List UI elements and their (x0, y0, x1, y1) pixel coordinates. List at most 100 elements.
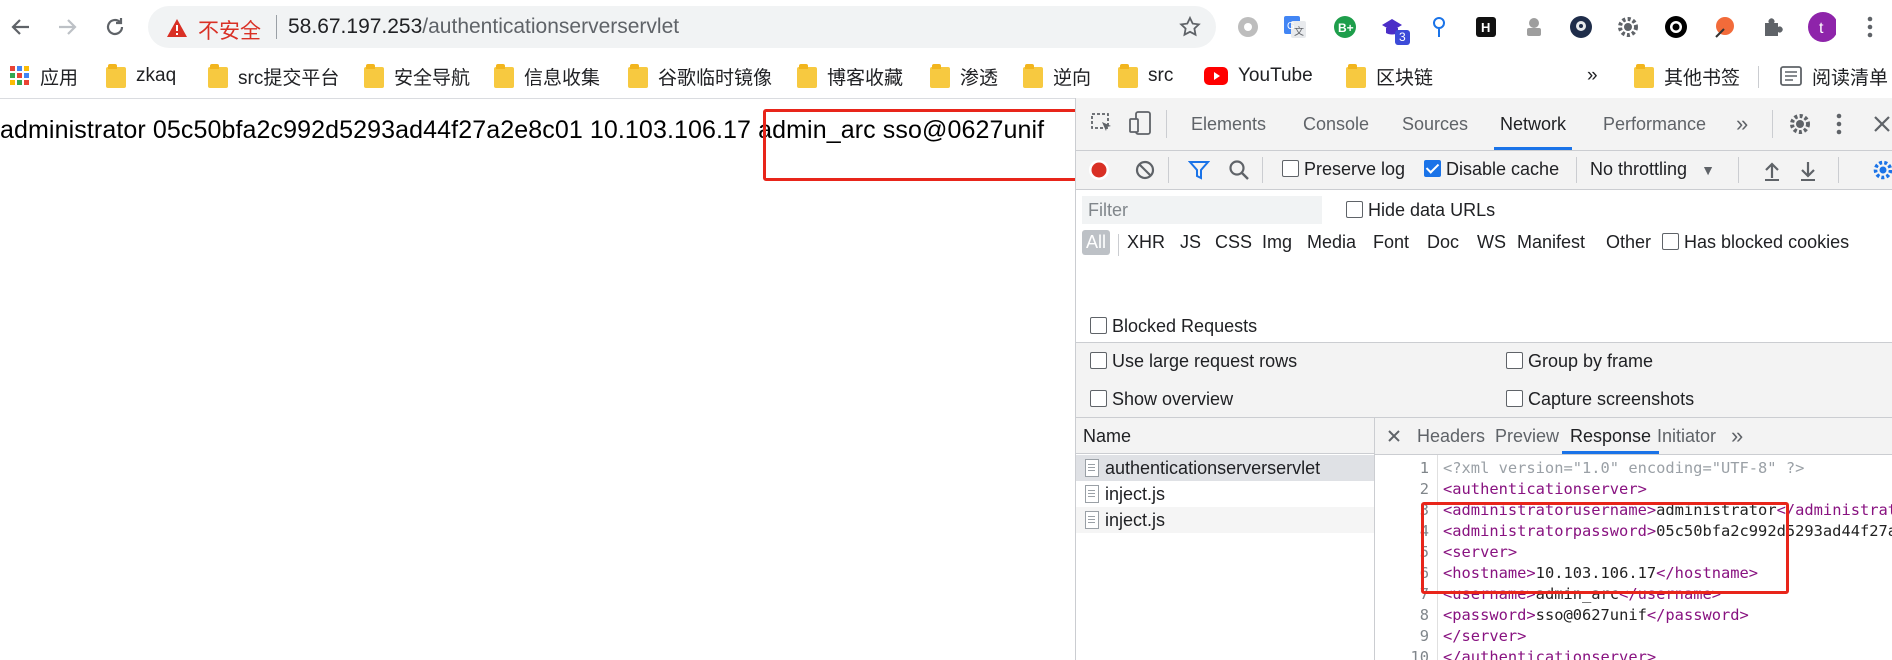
bookmark-folder-other[interactable]: 其他书签 (1634, 54, 1740, 98)
dropdown-triangle-icon: ▼ (1701, 162, 1715, 178)
group-by-frame-checkbox[interactable]: Group by frame (1506, 351, 1653, 372)
tab-sources[interactable]: Sources (1402, 98, 1468, 150)
more-detail-tabs-button[interactable]: » (1731, 418, 1743, 454)
h-extension-icon[interactable]: H (1472, 13, 1500, 41)
devtools-divider (1166, 110, 1167, 138)
bookmark-folder-blogs[interactable]: 博客收藏 (797, 54, 903, 98)
bookmark-folder-src-platform[interactable]: src提交平台 (208, 54, 339, 98)
gear-extension-icon[interactable] (1614, 13, 1642, 41)
filter-doc[interactable]: Doc (1427, 232, 1459, 253)
disable-cache-checkbox[interactable]: Disable cache (1424, 159, 1559, 180)
filter-all[interactable]: All (1082, 230, 1111, 255)
preserve-log-label: Preserve log (1304, 159, 1406, 179)
search-icon[interactable] (1228, 159, 1250, 181)
clear-icon[interactable] (1134, 159, 1156, 181)
svg-text:B+: B+ (1338, 21, 1354, 35)
filter-font[interactable]: Font (1373, 232, 1409, 253)
google-translate-icon[interactable]: G文 (1281, 13, 1309, 41)
folder-icon (208, 64, 228, 88)
bookmarks-overflow-button[interactable]: » (1587, 54, 1598, 98)
close-devtools-icon[interactable] (1872, 114, 1892, 134)
bookmark-folder-src[interactable]: src (1118, 54, 1173, 98)
checkbox-box (1662, 233, 1679, 250)
bookmark-apps[interactable]: 应用 (10, 54, 78, 98)
export-har-icon[interactable] (1798, 159, 1818, 181)
large-rows-checkbox[interactable]: Use large request rows (1090, 351, 1297, 372)
bookmark-folder-info-gathering[interactable]: 信息收集 (494, 54, 600, 98)
filter-xhr[interactable]: XHR (1127, 232, 1165, 253)
forward-button[interactable] (52, 12, 82, 42)
tab-headers[interactable]: Headers (1417, 418, 1485, 454)
preserve-log-checkbox[interactable]: Preserve log (1282, 159, 1405, 180)
tab-network[interactable]: Network (1493, 98, 1573, 150)
filter-manifest[interactable]: Manifest (1517, 232, 1585, 253)
more-tabs-button[interactable]: » (1736, 98, 1748, 150)
tab-response[interactable]: Response (1561, 418, 1660, 454)
extensions-puzzle-icon[interactable] (1759, 13, 1787, 41)
import-har-icon[interactable] (1762, 159, 1782, 181)
tab-performance[interactable]: Performance (1603, 98, 1706, 150)
address-bar[interactable]: 不安全 58.67.197.253/authenticationserverse… (148, 6, 1216, 48)
tab-preview[interactable]: Preview (1495, 418, 1559, 454)
device-toolbar-icon[interactable] (1128, 110, 1152, 136)
capture-screenshots-checkbox[interactable]: Capture screenshots (1506, 389, 1694, 410)
robot-extension-icon[interactable] (1520, 13, 1548, 41)
insecure-label[interactable]: 不安全 (198, 15, 261, 45)
toolbar-divider (1738, 157, 1739, 183)
bookmark-youtube[interactable]: YouTube (1204, 54, 1313, 98)
request-row[interactable]: authenticationserverservlet (1076, 455, 1374, 481)
bookmark-folder-google-mirror[interactable]: 谷歌临时镜像 (628, 54, 772, 98)
tab-elements[interactable]: Elements (1191, 98, 1266, 150)
reading-list-button[interactable]: 阅读清单 (1780, 54, 1888, 98)
profile-avatar[interactable]: t (1808, 12, 1836, 42)
folder-icon (930, 64, 950, 88)
line-number: 1 (1419, 459, 1429, 477)
bookmark-folder-security-nav[interactable]: 安全导航 (364, 54, 470, 98)
reload-button[interactable] (100, 12, 130, 42)
back-button[interactable] (6, 12, 36, 42)
hat-extension-icon[interactable]: 3 (1378, 13, 1410, 45)
code-line: </authenticationserver> (1443, 648, 1657, 660)
settings-gear-icon[interactable] (1788, 112, 1812, 136)
spy-extension-icon[interactable] (1567, 13, 1595, 41)
pin-extension-icon[interactable] (1425, 13, 1453, 41)
throttling-select[interactable]: No throttling ▼ (1590, 159, 1715, 180)
inspect-element-icon[interactable] (1090, 112, 1114, 136)
request-row[interactable]: inject.js (1076, 507, 1374, 533)
blocked-requests-checkbox[interactable]: Blocked Requests (1090, 316, 1257, 337)
bookmark-folder-blockchain[interactable]: 区块链 (1346, 54, 1433, 98)
url-text[interactable]: 58.67.197.253/authenticationserverservle… (288, 15, 679, 39)
filter-input[interactable]: Filter (1082, 196, 1322, 224)
filter-ws[interactable]: WS (1477, 232, 1506, 253)
filter-css[interactable]: CSS (1215, 232, 1252, 253)
close-details-icon[interactable] (1387, 429, 1401, 443)
brush-extension-icon[interactable] (1710, 13, 1738, 41)
extension-icon-1[interactable] (1234, 13, 1262, 41)
has-blocked-cookies-checkbox[interactable]: Has blocked cookies (1662, 232, 1849, 253)
filter-other[interactable]: Other (1606, 232, 1651, 253)
name-column-header[interactable]: Name (1076, 418, 1374, 454)
blocked-requests-label: Blocked Requests (1112, 316, 1258, 336)
devtools-menu-icon[interactable] (1836, 113, 1842, 135)
bookmark-folder-pentest[interactable]: 渗透 (930, 54, 998, 98)
request-row[interactable]: inject.js (1076, 481, 1374, 507)
filter-funnel-icon[interactable] (1188, 159, 1210, 181)
tab-console[interactable]: Console (1303, 98, 1369, 150)
tab-initiator[interactable]: Initiator (1657, 418, 1716, 454)
forward-arrow-icon (59, 19, 77, 35)
reading-list-label: 阅读清单 (1812, 67, 1889, 89)
hide-data-urls-checkbox[interactable]: Hide data URLs (1346, 200, 1495, 221)
ring-extension-icon[interactable] (1662, 13, 1690, 41)
record-icon[interactable] (1088, 159, 1110, 181)
filter-js[interactable]: JS (1180, 232, 1201, 253)
bookmark-star-icon[interactable] (1178, 15, 1202, 39)
disable-cache-label: Disable cache (1446, 159, 1560, 179)
bplus-extension-icon[interactable]: B+ (1331, 13, 1359, 41)
filter-img[interactable]: Img (1262, 232, 1292, 253)
bookmark-folder-reverse[interactable]: 逆向 (1023, 54, 1091, 98)
filter-media[interactable]: Media (1307, 232, 1356, 253)
network-settings-icon[interactable] (1872, 159, 1892, 181)
browser-menu-button[interactable] (1856, 13, 1884, 41)
bookmark-folder-zkaq[interactable]: zkaq (106, 54, 176, 98)
show-overview-checkbox[interactable]: Show overview (1090, 389, 1233, 410)
